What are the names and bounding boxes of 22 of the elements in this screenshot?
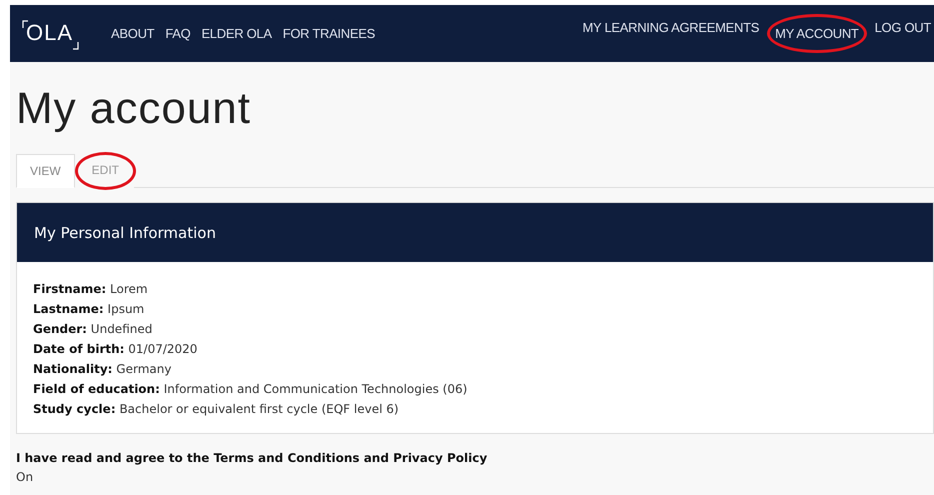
info-line: Firstname: Lorem [33,281,149,298]
corner-bracket-icon [73,42,80,50]
info-line: Gender: Undefined [33,321,154,338]
nav-link[interactable]: FOR TRAINEES [280,22,377,45]
info-line: Study cycle: Bachelor or equivalent first cycle (EQF level 6) [33,401,400,418]
nav-link[interactable]: MY LEARNING AGREEMENTS [579,16,762,51]
info-line: Lastname: Ipsum [33,301,146,318]
terms-label: I have read and agree to the Terms and Conditions and Privacy Policy [16,450,488,467]
info-line: Date of birth: 01/07/2020 [33,341,198,358]
nav-link[interactable]: MY ACCOUNT [769,16,865,51]
info-line: Field of education: Information and Communication Technologies (06) [33,381,468,398]
panel-title: My Personal Information [34,224,216,242]
page-title: My account [16,84,252,134]
corner-bracket-icon [22,20,28,28]
tab[interactable]: VIEW [16,154,75,188]
nav-link[interactable]: LOG OUT [872,16,934,51]
nav-link[interactable]: ABOUT [109,22,156,45]
nav-link[interactable]: FAQ [163,22,192,45]
nav-link[interactable]: ELDER OLA [199,22,274,45]
terms-value: On [16,469,34,486]
ola-logo[interactable]: OLA [20,18,80,50]
info-line: Nationality: Germany [33,361,172,378]
